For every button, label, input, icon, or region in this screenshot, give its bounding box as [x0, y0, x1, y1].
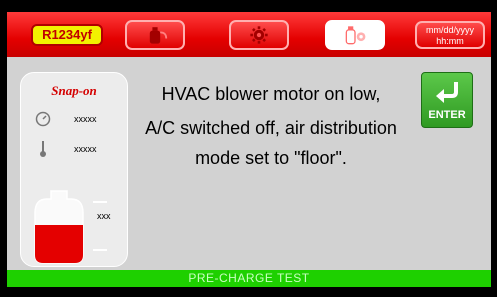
status-panel: Snap-on xxxxx xxxxx xxx [20, 72, 128, 267]
tank-gear-icon [345, 26, 366, 45]
thermometer-icon [40, 141, 46, 157]
recovery-button[interactable] [125, 20, 185, 50]
instruction-message: HVAC blower motor on low, A/C switched o… [142, 84, 400, 182]
tank-level-mark-lower [93, 249, 107, 251]
footer-bar: PRE-CHARGE TEST [7, 270, 491, 287]
pressure-gauge-icon [35, 111, 51, 127]
snap-on-logo: Snap-on [51, 83, 97, 98]
time-text: hh:mm [436, 36, 464, 46]
enter-button[interactable]: ENTER [421, 72, 473, 128]
temperature-value: xxxxx [74, 144, 97, 154]
enter-label: ENTER [428, 109, 466, 121]
tank-level-mark-upper [93, 201, 107, 203]
recovery-tank-icon [149, 27, 168, 44]
settings-button[interactable] [229, 20, 289, 50]
datetime-display: mm/dd/yyyy hh:mm [415, 21, 485, 49]
message-line-2: A/C switched off, air distribution [145, 118, 397, 138]
enter-arrow-icon [436, 82, 458, 103]
message-line-3: mode set to "floor". [195, 148, 347, 168]
date-text: mm/dd/yyyy [425, 25, 474, 35]
refrigerant-badge: R1234yf [31, 24, 103, 46]
pressure-value: xxxxx [74, 114, 97, 124]
gear-icon [250, 26, 268, 44]
screen: R1234yf mm/dd/yyyy hh:mm Snap-on xxxxx x… [7, 12, 491, 287]
tank-value: xxx [97, 211, 111, 221]
refrigerant-tank-icon [34, 190, 84, 264]
message-line-1: HVAC blower motor on low, [161, 84, 381, 104]
service-button[interactable] [325, 20, 385, 50]
header-bar: R1234yf mm/dd/yyyy hh:mm [7, 12, 491, 57]
